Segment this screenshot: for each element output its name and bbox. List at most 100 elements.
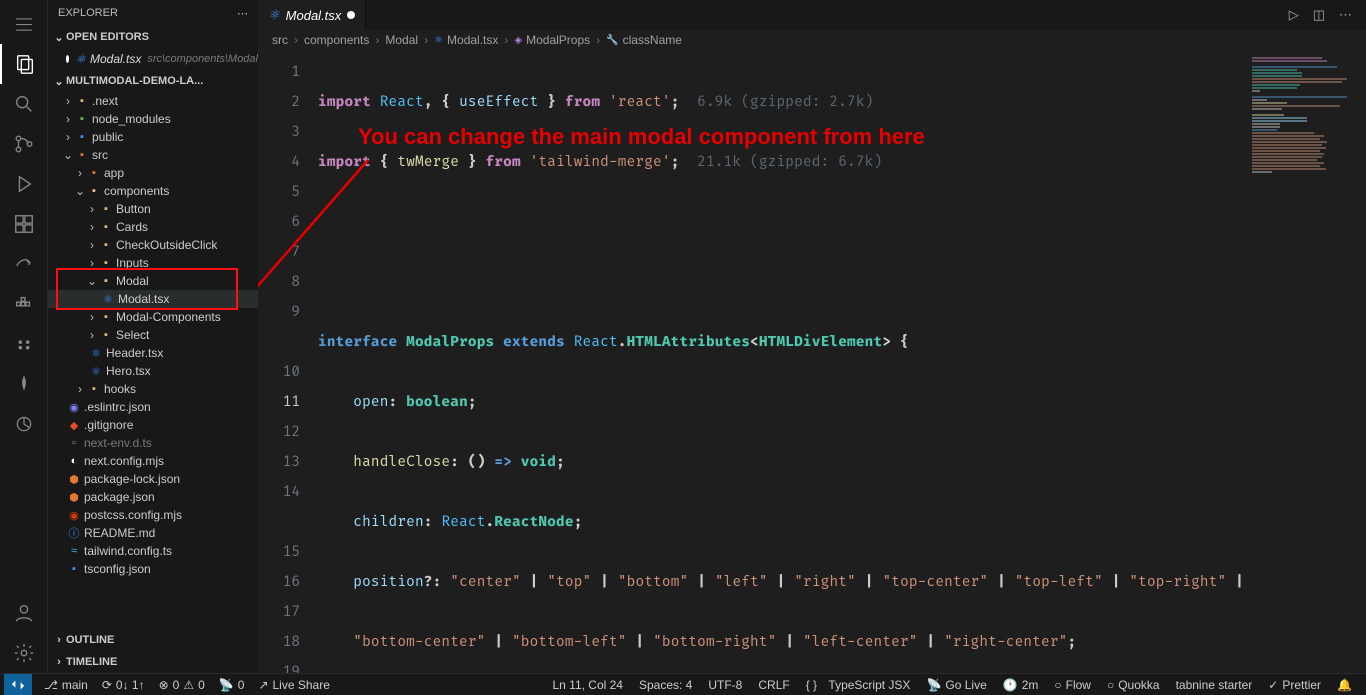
minimap[interactable] (1246, 50, 1366, 673)
tree-folder-public[interactable]: ›▪public (48, 128, 258, 146)
info-icon: ⓘ (66, 525, 82, 541)
status-encoding[interactable]: UTF-8 (706, 678, 744, 692)
status-timer[interactable]: 🕐2m (1001, 678, 1041, 692)
sidebar: EXPLORER ⋯ ⌄ OPEN EDITORS ⚛ Modal.tsx sr… (48, 0, 258, 673)
status-cursor[interactable]: Ln 11, Col 24 (550, 678, 625, 692)
tree-folder-hooks[interactable]: ›▪hooks (48, 380, 258, 398)
tree-folder-cards[interactable]: ›▪Cards (48, 218, 258, 236)
status-lang[interactable]: { } TypeScript JSX (804, 678, 913, 692)
folder-icon: ▪ (74, 149, 90, 161)
status-live-share[interactable]: ↗Live Share (256, 678, 331, 692)
tree-file-eslint[interactable]: ◉.eslintrc.json (48, 398, 258, 416)
circle-icon: ○ (1107, 678, 1114, 692)
code-editor[interactable]: 12345 6789 10 11121314 15 16171819 impor… (258, 50, 1366, 673)
docker-icon[interactable] (0, 284, 48, 324)
react-icon: ⚛ (268, 7, 280, 23)
remote-button[interactable] (4, 674, 32, 695)
folder-icon: ▪ (98, 239, 114, 251)
ts-icon: ▪ (66, 563, 82, 575)
modified-dot-icon (347, 11, 355, 19)
more-icon[interactable]: ⋯ (237, 7, 248, 20)
react-icon: ⚛ (88, 365, 104, 378)
tree-folder-app[interactable]: ›▪app (48, 164, 258, 182)
share-icon[interactable] (0, 244, 48, 284)
tree-file-gitignore[interactable]: ◆.gitignore (48, 416, 258, 434)
status-spaces[interactable]: Spaces: 4 (637, 678, 694, 692)
tab-label: Modal.tsx (286, 8, 342, 23)
eslint-icon: ◉ (66, 401, 82, 414)
tree-folder-button[interactable]: ›▪Button (48, 200, 258, 218)
property-icon: 🔧 (606, 35, 618, 46)
pie-icon[interactable] (0, 404, 48, 444)
status-tabnine[interactable]: tabnine starter (1174, 678, 1255, 692)
tree-file-pkg[interactable]: ⬢package.json (48, 488, 258, 506)
explorer-icon[interactable] (0, 44, 48, 84)
status-prettier[interactable]: ✓Prettier (1266, 678, 1323, 692)
status-flow[interactable]: ○Flow (1052, 678, 1093, 692)
ts-icon: ▫ (66, 437, 82, 449)
status-ports[interactable]: 📡0 (217, 678, 247, 692)
open-editors-header[interactable]: ⌄ OPEN EDITORS (48, 26, 258, 48)
split-icon[interactable]: ◫ (1313, 7, 1325, 23)
status-bell[interactable]: 🔔 (1335, 678, 1354, 692)
tree-file-readme[interactable]: ⓘREADME.md (48, 524, 258, 542)
tree-file-hero[interactable]: ⚛Hero.tsx (48, 362, 258, 380)
tree-folder-modal-components[interactable]: ›▪Modal-Components (48, 308, 258, 326)
folder-icon: ▪ (98, 311, 114, 323)
tree-file-tsconfig[interactable]: ▪tsconfig.json (48, 560, 258, 578)
folder-icon: ▪ (98, 329, 114, 341)
tree-folder-select[interactable]: ›▪Select (48, 326, 258, 344)
account-icon[interactable] (0, 593, 48, 633)
tree-file-nextconfig[interactable]: ◐next.config.mjs (48, 452, 258, 470)
menu-icon[interactable] (0, 4, 48, 44)
extensions-icon[interactable] (0, 204, 48, 244)
debug-icon[interactable] (0, 164, 48, 204)
tree-file-header[interactable]: ⚛Header.tsx (48, 344, 258, 362)
postcss-icon: ◉ (66, 509, 82, 522)
tree-folder-modal[interactable]: ⌄▪Modal (48, 272, 258, 290)
gutter: 12345 6789 10 11121314 15 16171819 (258, 50, 318, 673)
folder-icon: ▪ (74, 95, 90, 107)
status-branch[interactable]: ⎇main (42, 678, 90, 692)
tree-folder-components[interactable]: ⌄▪components (48, 182, 258, 200)
tree-folder-src[interactable]: ⌄▪src (48, 146, 258, 164)
tree-file-nextenv[interactable]: ▫next-env.d.ts (48, 434, 258, 452)
tree-file-modal-tsx[interactable]: ⚛Modal.tsx (48, 290, 258, 308)
bell-icon: 🔔 (1337, 678, 1352, 692)
tree-folder-next[interactable]: ›▪.next (48, 92, 258, 110)
tree-folder-check[interactable]: ›▪CheckOutsideClick (48, 236, 258, 254)
editor-area: ⚛ Modal.tsx ▷ ◫ ⋯ src› components› Modal… (258, 0, 1366, 673)
source-control-icon[interactable] (0, 124, 48, 164)
outline-header[interactable]: › OUTLINE (48, 629, 258, 651)
settings-icon[interactable] (0, 633, 48, 673)
next-icon: ◐ (66, 455, 82, 467)
explorer-title: EXPLORER (58, 7, 118, 19)
breadcrumb[interactable]: src› components› Modal› ⚛ Modal.tsx› ◈ M… (258, 30, 1366, 50)
status-eol[interactable]: CRLF (756, 678, 791, 692)
more-icon[interactable]: ⋯ (1339, 7, 1352, 23)
tree-folder-node-modules[interactable]: ›▪node_modules (48, 110, 258, 128)
status-sync[interactable]: ⟳0↓ 1↑ (100, 678, 147, 692)
tree-file-postcss[interactable]: ◉postcss.config.mjs (48, 506, 258, 524)
open-editor-item[interactable]: ⚛ Modal.tsx src\components\Modal (48, 48, 258, 70)
project-header[interactable]: ⌄ MULTIMODAL-DEMO-LA... (48, 70, 258, 92)
warning-icon: ⚠ (183, 678, 194, 692)
status-problems[interactable]: ⊗0 ⚠0 (157, 678, 207, 692)
folder-icon: ▪ (74, 113, 90, 125)
file-tree: ›▪.next ›▪node_modules ›▪public ⌄▪src ›▪… (48, 92, 258, 629)
tree-file-pkglock[interactable]: ⬢package-lock.json (48, 470, 258, 488)
tab-modal-tsx[interactable]: ⚛ Modal.tsx (258, 0, 366, 30)
status-go-live[interactable]: 📡Go Live (924, 678, 988, 692)
search-icon[interactable] (0, 84, 48, 124)
copilot-icon[interactable] (0, 324, 48, 364)
timeline-header[interactable]: › TIMELINE (48, 651, 258, 673)
tree-folder-inputs[interactable]: ›▪Inputs (48, 254, 258, 272)
play-icon[interactable]: ▷ (1289, 7, 1299, 23)
chevron-right-icon: › (52, 656, 66, 668)
status-quokka[interactable]: ○Quokka (1105, 678, 1162, 692)
live-share-icon: ↗ (258, 678, 268, 692)
tree-file-tailwind[interactable]: ≈tailwind.config.ts (48, 542, 258, 560)
mongodb-icon[interactable] (0, 364, 48, 404)
activity-bar (0, 0, 48, 673)
circle-icon: ○ (1054, 678, 1061, 692)
